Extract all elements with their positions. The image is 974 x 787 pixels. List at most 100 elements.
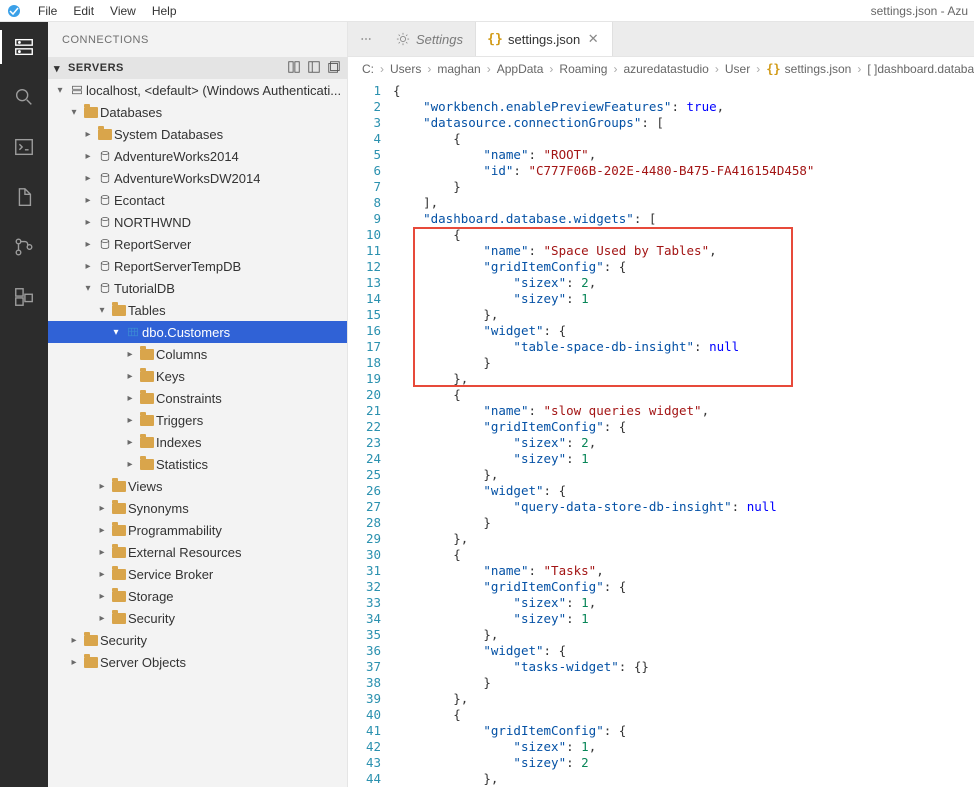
code-line[interactable]: },: [393, 627, 974, 643]
new-group-icon[interactable]: [307, 60, 321, 77]
keys-folder[interactable]: ▸Keys: [48, 365, 347, 387]
new-connection-icon[interactable]: [287, 60, 301, 77]
breadcrumbs[interactable]: C:› Users› maghan› AppData› Roaming› azu…: [348, 57, 974, 81]
search-activity-icon[interactable]: [11, 84, 37, 110]
twisty-icon[interactable]: ▸: [80, 129, 96, 140]
statistics-folder[interactable]: ▸Statistics: [48, 453, 347, 475]
code-line[interactable]: {: [393, 131, 974, 147]
code-line[interactable]: "workbench.enablePreviewFeatures": true,: [393, 99, 974, 115]
code-line[interactable]: "name": "Space Used by Tables",: [393, 243, 974, 259]
code-line[interactable]: "datasource.connectionGroups": [: [393, 115, 974, 131]
breadcrumb-item[interactable]: {} settings.json: [766, 62, 851, 76]
table-node[interactable]: ▾dbo.Customers: [48, 321, 347, 343]
code-line[interactable]: }: [393, 355, 974, 371]
breadcrumb-item[interactable]: Users: [390, 62, 421, 76]
code-line[interactable]: {: [393, 547, 974, 563]
storage-folder[interactable]: ▸Storage: [48, 585, 347, 607]
terminal-activity-icon[interactable]: [11, 134, 37, 160]
twisty-icon[interactable]: ▸: [122, 393, 138, 404]
indexes-folder[interactable]: ▸Indexes: [48, 431, 347, 453]
code-line[interactable]: {: [393, 707, 974, 723]
twisty-icon[interactable]: ▸: [66, 657, 82, 668]
twisty-icon[interactable]: ▾: [52, 85, 68, 96]
code-line[interactable]: "query-data-store-db-insight": null: [393, 499, 974, 515]
breadcrumb-item[interactable]: [ ]dashboard.databa: [867, 62, 974, 76]
twisty-icon[interactable]: ▸: [80, 195, 96, 206]
code-line[interactable]: "name": "slow queries widget",: [393, 403, 974, 419]
code-line[interactable]: "sizex": 1,: [393, 739, 974, 755]
system-databases-folder[interactable]: ▸System Databases: [48, 123, 347, 145]
twisty-icon[interactable]: ▸: [80, 173, 96, 184]
breadcrumb-item[interactable]: Roaming: [559, 62, 607, 76]
code-editor[interactable]: 1234567891011121314151617181920212223242…: [348, 81, 974, 787]
code-line[interactable]: "sizex": 2,: [393, 275, 974, 291]
twisty-icon[interactable]: ▾: [80, 283, 96, 294]
code-line[interactable]: ],: [393, 195, 974, 211]
twisty-icon[interactable]: ▸: [94, 569, 110, 580]
code-line[interactable]: "id": "C777F06B-202E-4480-B475-FA416154D…: [393, 163, 974, 179]
twisty-icon[interactable]: ▸: [122, 437, 138, 448]
external-resources-folder[interactable]: ▸External Resources: [48, 541, 347, 563]
service-broker-folder[interactable]: ▸Service Broker: [48, 563, 347, 585]
database-node[interactable]: ▾TutorialDB: [48, 277, 347, 299]
code-line[interactable]: "sizey": 1: [393, 611, 974, 627]
synonyms-folder[interactable]: ▸Synonyms: [48, 497, 347, 519]
code-line[interactable]: },: [393, 691, 974, 707]
code-line[interactable]: "widget": {: [393, 643, 974, 659]
connections-tree[interactable]: ▾localhost, <default> (Windows Authentic…: [48, 79, 347, 787]
menu-edit[interactable]: Edit: [65, 4, 102, 18]
source-control-activity-icon[interactable]: [11, 234, 37, 260]
twisty-icon[interactable]: ▸: [94, 503, 110, 514]
code-line[interactable]: "sizex": 2,: [393, 435, 974, 451]
database-node[interactable]: ▸AdventureWorks2014: [48, 145, 347, 167]
code-line[interactable]: },: [393, 307, 974, 323]
twisty-icon[interactable]: ▾: [66, 107, 82, 118]
menu-view[interactable]: View: [102, 4, 144, 18]
code-line[interactable]: "sizey": 1: [393, 451, 974, 467]
twisty-icon[interactable]: ▸: [122, 415, 138, 426]
database-node[interactable]: ▸Econtact: [48, 189, 347, 211]
database-node[interactable]: ▸ReportServer: [48, 233, 347, 255]
views-folder[interactable]: ▸Views: [48, 475, 347, 497]
security-folder[interactable]: ▸Security: [48, 629, 347, 651]
explorer-activity-icon[interactable]: [11, 184, 37, 210]
code-line[interactable]: {: [393, 387, 974, 403]
code-line[interactable]: "tasks-widget": {}: [393, 659, 974, 675]
code-line[interactable]: "name": "ROOT",: [393, 147, 974, 163]
twisty-icon[interactable]: ▸: [66, 635, 82, 646]
code-line[interactable]: {: [393, 227, 974, 243]
code-line[interactable]: "gridItemConfig": {: [393, 723, 974, 739]
code-line[interactable]: "sizex": 1,: [393, 595, 974, 611]
database-node[interactable]: ▸AdventureWorksDW2014: [48, 167, 347, 189]
code-line[interactable]: "name": "Tasks",: [393, 563, 974, 579]
breadcrumb-item[interactable]: maghan: [437, 62, 480, 76]
code-line[interactable]: "gridItemConfig": {: [393, 419, 974, 435]
breadcrumb-item[interactable]: User: [725, 62, 750, 76]
twisty-icon[interactable]: ▸: [122, 349, 138, 360]
twisty-icon[interactable]: ▸: [122, 371, 138, 382]
twisty-icon[interactable]: ▸: [80, 151, 96, 162]
twisty-icon[interactable]: ▸: [94, 547, 110, 558]
server-objects-folder[interactable]: ▸Server Objects: [48, 651, 347, 673]
code-line[interactable]: }: [393, 179, 974, 195]
code-line[interactable]: "sizey": 2: [393, 755, 974, 771]
code-line[interactable]: "widget": {: [393, 483, 974, 499]
twisty-icon[interactable]: ▾: [108, 327, 124, 338]
code-line[interactable]: },: [393, 371, 974, 387]
code-line[interactable]: },: [393, 467, 974, 483]
twisty-icon[interactable]: ▸: [122, 459, 138, 470]
menu-help[interactable]: Help: [144, 4, 185, 18]
collapse-all-icon[interactable]: [327, 60, 341, 77]
twisty-icon[interactable]: ▸: [94, 591, 110, 602]
tab-actions-icon[interactable]: [348, 22, 384, 56]
breadcrumb-item[interactable]: AppData: [497, 62, 544, 76]
tables-folder[interactable]: ▾Tables: [48, 299, 347, 321]
databases-folder[interactable]: ▾Databases: [48, 101, 347, 123]
menu-file[interactable]: File: [30, 4, 65, 18]
servers-section-header[interactable]: ▾ SERVERS: [48, 57, 347, 79]
twisty-icon[interactable]: ▸: [94, 481, 110, 492]
code-line[interactable]: "sizey": 1: [393, 291, 974, 307]
code-line[interactable]: },: [393, 531, 974, 547]
columns-folder[interactable]: ▸Columns: [48, 343, 347, 365]
extensions-activity-icon[interactable]: [11, 284, 37, 310]
